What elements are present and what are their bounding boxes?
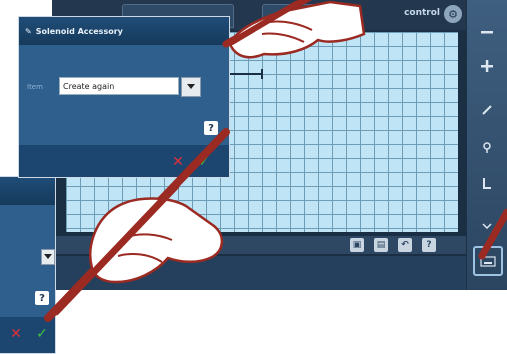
dialog-back-dropdown[interactable]: [41, 249, 55, 265]
pencil-icon: ✎: [25, 26, 32, 36]
canvas-tab[interactable]: [262, 4, 354, 28]
copy-icon: ▣: [352, 240, 362, 250]
keyboard-button[interactable]: [473, 246, 503, 276]
select-icon: [483, 142, 491, 153]
zoom-in-button[interactable]: [473, 52, 501, 80]
zoom-out-button[interactable]: [473, 18, 501, 46]
plus-icon: [481, 60, 493, 72]
right-toolbar: [466, 0, 507, 290]
help-button[interactable]: ?: [422, 238, 436, 252]
gear-icon: ⚙: [448, 7, 458, 21]
accessory-dialog-back: ? ✕ ✓: [0, 176, 56, 354]
select-tool-button[interactable]: [473, 134, 501, 162]
ok-button[interactable]: ✓: [195, 153, 213, 171]
dialog-back-cancel-button[interactable]: ✕: [7, 325, 25, 343]
dialog-title: Solenoid Accessory: [35, 26, 123, 36]
canvas-bottom-toolbar: ▣ ▤ ↶ ?: [52, 236, 466, 254]
copy-button[interactable]: ▣: [350, 238, 364, 252]
item-label: Item: [27, 83, 43, 91]
pen-icon: [482, 105, 492, 115]
solenoid-accessory-dialog: ✎ Solenoid Accessory Item Create again ?…: [18, 16, 230, 178]
chevron-down-icon: [44, 254, 52, 259]
help-button[interactable]: ?: [204, 121, 218, 135]
settings-button[interactable]: ⚙: [444, 5, 462, 23]
cancel-button[interactable]: ✕: [169, 153, 187, 171]
dialog-back-help-button[interactable]: ?: [35, 291, 49, 305]
dialog-back-footer: ✕ ✓: [0, 317, 55, 353]
dialog-back-ok-button[interactable]: ✓: [33, 325, 51, 343]
tool-button[interactable]: [473, 208, 501, 236]
undo-button[interactable]: ↶: [398, 238, 412, 252]
item-select-value: Create again: [63, 81, 115, 91]
undo-icon: ↶: [401, 240, 409, 250]
tool-icon: [482, 223, 492, 229]
item-select[interactable]: Create again: [59, 77, 179, 95]
canvas-status-bar: [52, 256, 466, 290]
minus-icon: [481, 31, 493, 34]
item-dropdown-button[interactable]: [181, 77, 201, 97]
keyboard-icon: [480, 256, 496, 267]
mode-label: control: [404, 8, 440, 18]
paste-icon: ▤: [376, 240, 386, 250]
paste-button[interactable]: ▤: [374, 238, 388, 252]
pointer-tool-button[interactable]: [473, 170, 501, 198]
dialog-back-title: [0, 177, 55, 205]
chevron-down-icon: [187, 84, 195, 89]
pointer-icon: [483, 178, 491, 189]
pen-tool-button[interactable]: [473, 96, 501, 124]
dialog-footer: ✕ ✓: [19, 145, 229, 177]
dialog-title-bar: ✎ Solenoid Accessory: [19, 17, 229, 45]
